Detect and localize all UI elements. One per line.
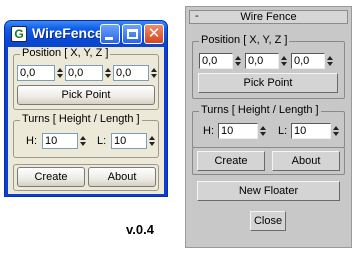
- about-button[interactable]: About: [88, 167, 156, 187]
- height-spinner-arrows[interactable]: [80, 134, 87, 148]
- spinner-up-icon[interactable]: [327, 56, 333, 60]
- app-icon[interactable]: G: [11, 26, 27, 42]
- length-field[interactable]: 10: [111, 133, 147, 149]
- position-y-field[interactable]: 0,0: [245, 53, 279, 69]
- spinner-up-icon[interactable]: [57, 68, 63, 72]
- spinner-down-icon[interactable]: [57, 74, 63, 78]
- close-button[interactable]: ✕: [144, 24, 164, 44]
- position-x-spinner[interactable]: 0,0: [199, 53, 243, 69]
- spinner-up-icon[interactable]: [260, 126, 266, 130]
- spinner-up-icon[interactable]: [80, 136, 86, 140]
- window-client-area: Position [ X, Y, Z ] 0,0 0,0 0,0 Pick Po…: [8, 47, 164, 194]
- spinner-down-icon[interactable]: [327, 62, 333, 66]
- spinner-down-icon[interactable]: [151, 74, 157, 78]
- height-label: H:: [26, 135, 37, 147]
- spinner-down-icon[interactable]: [80, 142, 86, 146]
- spinner-up-icon[interactable]: [235, 56, 241, 60]
- position-y-spinner-arrows[interactable]: [281, 54, 288, 68]
- position-z-field[interactable]: 0,0: [113, 65, 149, 81]
- window-title: WireFence: [32, 25, 103, 41]
- position-y-spinner[interactable]: 0,0: [245, 53, 289, 69]
- spinner-down-icon[interactable]: [281, 62, 287, 66]
- length-spinner[interactable]: 10: [111, 133, 157, 149]
- version-label: v.0.4: [126, 222, 154, 237]
- position-x-field[interactable]: 0,0: [199, 53, 233, 69]
- position-group: Position [ X, Y, Z ] 0,0 0,0 0,0 Pick Po…: [13, 47, 159, 110]
- position-z-spinner-arrows[interactable]: [327, 54, 334, 68]
- position-z-spinner[interactable]: 0,0: [113, 65, 158, 81]
- pick-point-button[interactable]: Pick Point: [17, 85, 155, 105]
- spinner-up-icon[interactable]: [149, 136, 155, 140]
- actions-group: Create About: [13, 164, 159, 191]
- new-floater-button[interactable]: New Floater: [197, 181, 340, 201]
- rollout-title: Wire Fence: [240, 11, 297, 23]
- spinner-down-icon[interactable]: [149, 142, 155, 146]
- maximize-button[interactable]: [122, 24, 142, 44]
- wirefence-rollout-panel: - Wire Fence Position [ X, Y, Z ] 0,0 0,…: [185, 6, 352, 248]
- position-x-spinner-arrows[interactable]: [57, 66, 64, 80]
- height-spinner[interactable]: 10: [218, 123, 268, 139]
- position-y-spinner[interactable]: 0,0: [65, 65, 112, 81]
- position-group: Position [ X, Y, Z ] 0,0 0,0 0,0 Pick Po…: [192, 34, 345, 99]
- spinner-up-icon[interactable]: [151, 68, 157, 72]
- spinner-down-icon[interactable]: [333, 132, 339, 136]
- height-spinner-arrows[interactable]: [260, 124, 267, 138]
- position-y-spinner-arrows[interactable]: [105, 66, 112, 80]
- length-label: L:: [278, 125, 288, 137]
- create-button[interactable]: Create: [17, 167, 85, 187]
- spinner-up-icon[interactable]: [333, 126, 339, 130]
- length-spinner[interactable]: 10: [291, 123, 341, 139]
- create-button[interactable]: Create: [197, 151, 265, 171]
- actions-group: Create About: [192, 147, 345, 175]
- minimize-icon: [105, 37, 113, 40]
- about-button[interactable]: About: [272, 151, 340, 171]
- position-x-spinner-arrows[interactable]: [235, 54, 242, 68]
- title-bar[interactable]: G WireFence ✕: [5, 21, 167, 47]
- length-field[interactable]: 10: [291, 123, 331, 139]
- spinner-down-icon[interactable]: [235, 62, 241, 66]
- length-spinner-arrows[interactable]: [333, 124, 340, 138]
- length-label: L:: [97, 135, 107, 147]
- turns-group: Turns [ Height / Length ] H: 10 L: 10: [192, 104, 345, 148]
- height-field[interactable]: 10: [42, 133, 78, 149]
- height-label: H:: [203, 125, 214, 137]
- height-spinner[interactable]: 10: [42, 133, 88, 149]
- position-x-field[interactable]: 0,0: [17, 65, 55, 81]
- rollout-header[interactable]: - Wire Fence: [189, 10, 348, 24]
- close-rollout-button[interactable]: Close: [250, 211, 286, 231]
- turns-group: Turns [ Height / Length ] H: 10 L: 10: [13, 113, 159, 158]
- pick-point-button[interactable]: Pick Point: [198, 73, 338, 93]
- position-z-field[interactable]: 0,0: [291, 53, 325, 69]
- turns-group-label: Turns [ Height / Length ]: [20, 113, 142, 125]
- minimize-button[interactable]: [100, 24, 120, 44]
- position-x-spinner[interactable]: 0,0: [17, 65, 64, 81]
- close-icon: ✕: [147, 25, 161, 42]
- position-group-label: Position [ X, Y, Z ]: [199, 34, 290, 46]
- spinner-down-icon[interactable]: [105, 74, 111, 78]
- spinner-up-icon[interactable]: [281, 56, 287, 60]
- position-z-spinner-arrows[interactable]: [151, 66, 158, 80]
- spinner-up-icon[interactable]: [105, 68, 111, 72]
- position-z-spinner[interactable]: 0,0: [291, 53, 335, 69]
- wirefence-floater-window: G WireFence ✕ Position [ X, Y, Z ] 0,0 0…: [4, 20, 168, 197]
- spinner-down-icon[interactable]: [260, 132, 266, 136]
- length-spinner-arrows[interactable]: [149, 134, 156, 148]
- position-group-label: Position [ X, Y, Z ]: [20, 47, 111, 59]
- maximize-icon: [127, 29, 138, 39]
- turns-group-label: Turns [ Height / Length ]: [199, 104, 321, 116]
- position-y-field[interactable]: 0,0: [65, 65, 103, 81]
- height-field[interactable]: 10: [218, 123, 258, 139]
